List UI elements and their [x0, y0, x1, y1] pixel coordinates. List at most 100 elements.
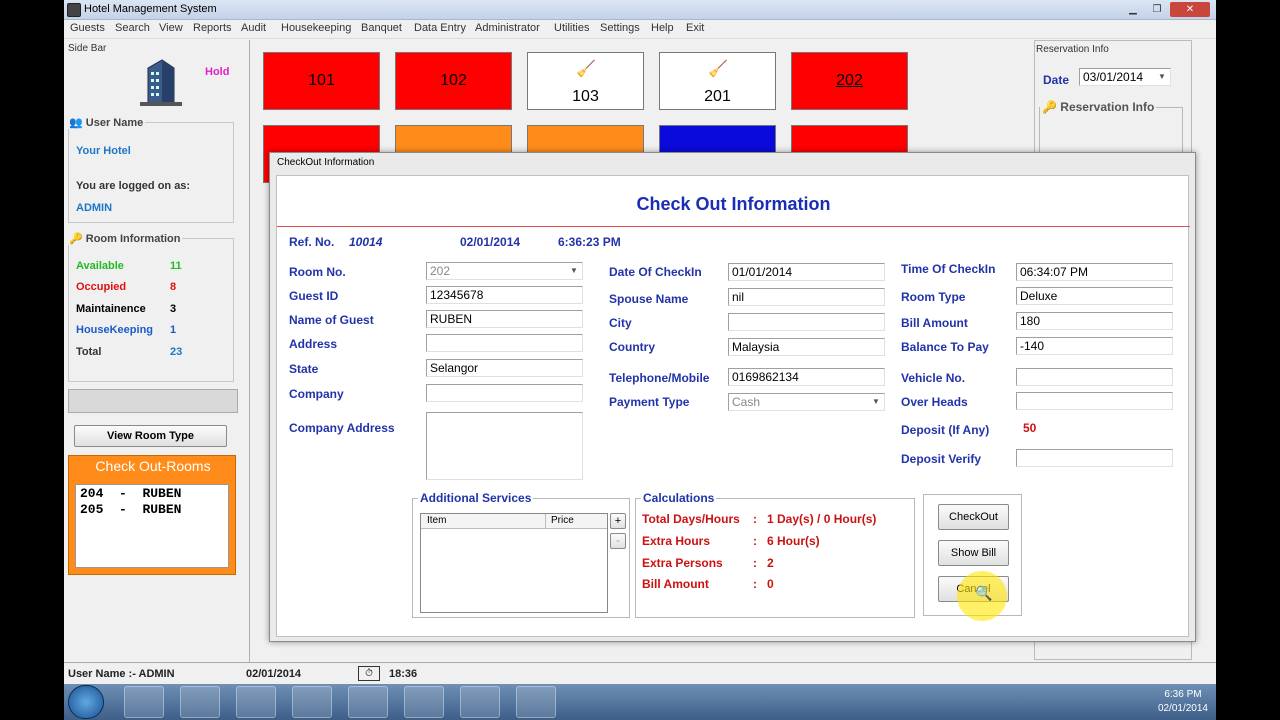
checkin-time-field[interactable]: 06:34:07 PM — [1016, 263, 1173, 281]
menu-exit[interactable]: Exit — [686, 22, 704, 34]
guest-id-field[interactable]: 12345678 — [426, 286, 583, 304]
room-type-label: Room Type — [901, 290, 966, 304]
room-tile-201[interactable]: 🧹 201 — [659, 52, 776, 110]
view-room-type-button[interactable]: View Room Type — [74, 425, 227, 447]
minimize-icon[interactable]: ▁ — [1122, 2, 1144, 17]
room-tile-102[interactable]: 102 — [395, 52, 512, 110]
reservation-info-group-label: 🔑 Reservation Info — [1040, 100, 1157, 114]
paint-icon[interactable] — [404, 686, 444, 718]
hotel-app-icon[interactable] — [516, 686, 556, 718]
room-type-field[interactable]: Deluxe — [1016, 287, 1173, 305]
reservation-panel-title: Reservation Info — [1036, 44, 1109, 55]
extra-persons-value: 2 — [767, 556, 774, 570]
menu-settings[interactable]: Settings — [600, 22, 640, 34]
show-bill-button[interactable]: Show Bill — [938, 540, 1009, 566]
spouse-name-field[interactable]: nil — [728, 288, 885, 306]
hold-label[interactable]: Hold — [205, 66, 229, 78]
calc-separator: : — [753, 512, 757, 526]
checkin-time-label: Time Of CheckIn — [901, 262, 996, 276]
outlook-icon[interactable] — [236, 686, 276, 718]
add-service-button[interactable]: + — [610, 513, 626, 529]
visual-studio-icon[interactable] — [460, 686, 500, 718]
menu-reports[interactable]: Reports — [193, 22, 232, 34]
room-no-select[interactable]: 202 ▼ — [426, 262, 583, 280]
calculations-group: Calculations Total Days/Hours : 1 Day(s)… — [635, 491, 915, 618]
remove-service-button[interactable]: - — [610, 533, 626, 549]
calculations-title: Calculations — [641, 491, 717, 505]
maintenance-label: Maintainence — [76, 303, 146, 315]
column-divider — [545, 514, 546, 529]
guest-name-field[interactable]: RUBEN — [426, 310, 583, 328]
checkout-rooms-list[interactable]: 204 - RUBEN 205 - RUBEN — [75, 484, 229, 568]
menu-banquet[interactable]: Banquet — [361, 22, 402, 34]
checkout-rooms-panel: Check Out-Rooms 204 - RUBEN 205 - RUBEN — [68, 455, 236, 575]
reservation-date-picker[interactable]: 03/01/2014 ▼ — [1079, 68, 1171, 86]
user-group: 👥 User Name Your Hotel You are logged on… — [67, 116, 234, 223]
menu-data-entry[interactable]: Data Entry — [414, 22, 466, 34]
menu-audit[interactable]: Audit — [241, 22, 266, 34]
additional-services-title: Additional Services — [418, 491, 534, 505]
price-column-header[interactable]: Price — [551, 515, 574, 526]
checkin-date-field[interactable]: 01/01/2014 — [728, 263, 885, 281]
company-address-field[interactable] — [426, 412, 583, 480]
word-icon[interactable] — [348, 686, 388, 718]
restore-icon[interactable]: ❐ — [1146, 2, 1168, 17]
start-button-icon[interactable] — [68, 685, 104, 719]
balance-field[interactable]: -140 — [1016, 337, 1173, 355]
ref-time: 6:36:23 PM — [558, 235, 621, 249]
total-days-value: 1 Day(s) / 0 Hour(s) — [767, 512, 877, 526]
menu-administrator[interactable]: Administrator — [475, 22, 540, 34]
country-field[interactable]: Malaysia — [728, 338, 885, 356]
menu-help[interactable]: Help — [651, 22, 674, 34]
room-number: 204 — [80, 486, 104, 501]
checkout-button[interactable]: CheckOut — [938, 504, 1009, 530]
separator: - — [119, 502, 127, 517]
dialog-content: Check Out Information Ref. No. 10014 02/… — [276, 175, 1190, 637]
menu-utilities[interactable]: Utilities — [554, 22, 589, 34]
room-number: 202 — [836, 72, 863, 89]
date-label: Date — [1043, 73, 1070, 87]
room-tile-101[interactable]: 101 — [263, 52, 380, 110]
company-field[interactable] — [426, 384, 583, 402]
sidebar-title: Side Bar — [68, 43, 107, 54]
deposit-verify-field[interactable] — [1016, 449, 1173, 467]
room-tile-103[interactable]: 🧹 103 — [527, 52, 644, 110]
room-tile-202[interactable]: 202 — [791, 52, 908, 110]
city-field[interactable] — [728, 313, 885, 331]
system-clock[interactable]: 6:36 PM 02/01/2014 — [1158, 688, 1208, 716]
menu-search[interactable]: Search — [115, 22, 150, 34]
clock-time: 6:36 PM — [1164, 689, 1202, 700]
available-label: Available — [76, 260, 124, 272]
taskbar: 6:36 PM 02/01/2014 — [64, 684, 1216, 720]
menu-view[interactable]: View — [159, 22, 183, 34]
ref-no-label: Ref. No. — [289, 235, 335, 249]
room-no-label: Room No. — [289, 265, 346, 279]
explorer-icon[interactable] — [124, 686, 164, 718]
item-column-header[interactable]: Item — [427, 515, 446, 526]
vehicle-no-field[interactable] — [1016, 368, 1173, 386]
over-heads-field[interactable] — [1016, 392, 1173, 410]
menu-housekeeping[interactable]: Housekeeping — [281, 22, 351, 34]
list-item[interactable]: 204 - RUBEN — [80, 486, 181, 501]
menu-guests[interactable]: Guests — [70, 22, 105, 34]
chrome-icon[interactable] — [180, 686, 220, 718]
services-table[interactable]: Item Price — [420, 513, 608, 613]
title-bar: Hotel Management System ▁ ❐ ✕ — [64, 0, 1216, 20]
city-label: City — [609, 316, 632, 330]
list-item[interactable]: 205 - RUBEN — [80, 502, 181, 517]
total-count: 23 — [170, 346, 183, 358]
room-info-title: Room Information — [85, 233, 181, 245]
bill-amount-field[interactable]: 180 — [1016, 312, 1173, 330]
telephone-label: Telephone/Mobile — [609, 371, 710, 385]
occupied-count: 8 — [170, 281, 177, 293]
close-icon[interactable]: ✕ — [1170, 2, 1210, 17]
checkout-rooms-title: Check Out-Rooms — [95, 458, 211, 474]
over-heads-label: Over Heads — [901, 395, 968, 409]
spouse-name-label: Spouse Name — [609, 292, 689, 306]
state-field[interactable]: Selangor — [426, 359, 583, 377]
calc-separator: : — [753, 534, 757, 548]
payment-type-select[interactable]: Cash ▼ — [728, 393, 885, 411]
notepad-icon[interactable] — [292, 686, 332, 718]
address-field[interactable] — [426, 334, 583, 352]
telephone-field[interactable]: 0169862134 — [728, 368, 885, 386]
